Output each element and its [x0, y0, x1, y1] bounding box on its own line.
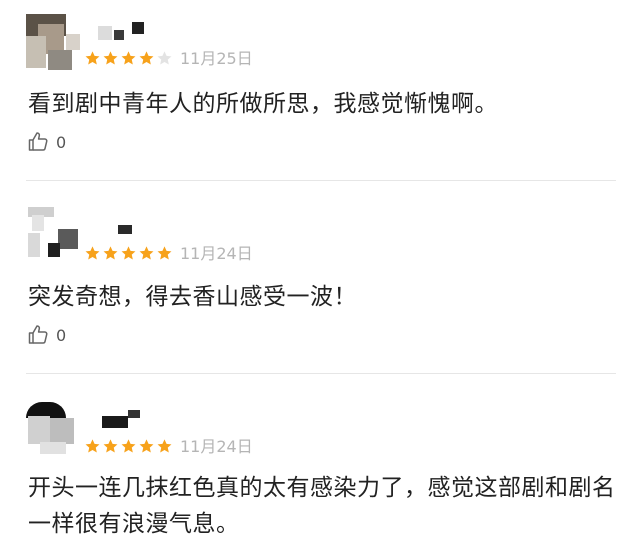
- star-filled-icon: [138, 50, 155, 67]
- like-count: 0: [56, 325, 67, 345]
- star-filled-icon: [156, 438, 173, 455]
- thumbs-up-icon: [26, 130, 50, 154]
- star-filled-icon: [84, 438, 101, 455]
- avatar[interactable]: [26, 398, 82, 454]
- star-rating: [84, 438, 173, 455]
- star-empty-icon: [156, 50, 173, 67]
- review-date: 11月24日: [180, 437, 253, 456]
- avatar[interactable]: [26, 205, 82, 261]
- star-filled-icon: [138, 245, 155, 262]
- like-button[interactable]: 0: [26, 130, 66, 154]
- star-rating: [84, 50, 173, 67]
- review-date: 11月25日: [180, 49, 253, 68]
- star-rating: [84, 245, 173, 262]
- review-item: 11月24日 开头一连几抹红色真的太有感染力了，感觉这部剧和剧名一样很有浪漫气息…: [0, 374, 641, 540]
- review-item: 11月24日 突发奇想，得去香山感受一波！ 0: [0, 181, 641, 373]
- star-filled-icon: [156, 245, 173, 262]
- username[interactable]: [92, 22, 152, 42]
- star-filled-icon: [120, 245, 137, 262]
- star-filled-icon: [120, 438, 137, 455]
- star-filled-icon: [102, 50, 119, 67]
- star-filled-icon: [102, 438, 119, 455]
- username[interactable]: [92, 410, 152, 430]
- thumbs-up-icon: [26, 323, 50, 347]
- like-button[interactable]: 0: [26, 323, 66, 347]
- review-text: 突发奇想，得去香山感受一波！: [28, 284, 357, 310]
- star-filled-icon: [138, 438, 155, 455]
- star-filled-icon: [102, 245, 119, 262]
- like-count: 0: [56, 132, 67, 152]
- avatar[interactable]: [26, 14, 82, 70]
- star-filled-icon: [84, 245, 101, 262]
- star-filled-icon: [120, 50, 137, 67]
- star-filled-icon: [84, 50, 101, 67]
- username[interactable]: [92, 219, 152, 239]
- review-text: 开头一连几抹红色真的太有感染力了，感觉这部剧和剧名一样很有浪漫气息。: [28, 475, 616, 537]
- review-date: 11月24日: [180, 244, 253, 263]
- review-item: 11月25日 看到剧中青年人的所做所思，我感觉惭愧啊。 0: [0, 0, 641, 180]
- review-text: 看到剧中青年人的所做所思，我感觉惭愧啊。: [28, 91, 498, 117]
